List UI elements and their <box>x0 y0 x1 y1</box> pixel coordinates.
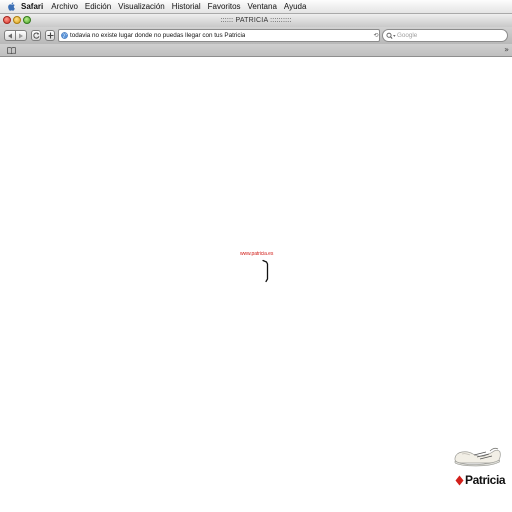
snapback-icon[interactable]: ⟲ <box>373 30 379 41</box>
page-content: www.patricia.es Patricia <box>0 57 512 512</box>
menu-visualizacion[interactable]: Visualización <box>118 0 165 14</box>
address-bar[interactable]: todavia no existe lugar donde no puedas … <box>58 29 380 42</box>
brand-name: Patricia <box>465 473 506 487</box>
globe-icon <box>61 32 68 39</box>
diamond-icon <box>455 475 464 485</box>
menu-edicion[interactable]: Edición <box>85 0 111 14</box>
reload-button[interactable] <box>31 30 41 41</box>
cursor-hook-graphic <box>262 259 269 283</box>
search-input[interactable] <box>396 32 497 39</box>
window-title: :::::: PATRICIA :::::::::: <box>220 17 292 24</box>
search-icon <box>386 32 396 39</box>
menu-ventana[interactable]: Ventana <box>248 0 277 14</box>
reload-icon <box>32 32 39 39</box>
window-titlebar[interactable]: :::::: PATRICIA :::::::::: <box>0 14 512 27</box>
brand-logo[interactable]: Patricia <box>455 473 506 487</box>
menu-historial[interactable]: Historial <box>172 0 201 14</box>
site-link[interactable]: www.patricia.es <box>240 251 273 257</box>
forward-button[interactable] <box>15 30 27 41</box>
browser-toolbar: todavia no existe lugar donde no puedas … <box>0 27 512 44</box>
bookmarks-overflow-icon[interactable]: » <box>504 44 509 56</box>
menu-favoritos[interactable]: Favoritos <box>208 0 241 14</box>
forward-arrow-icon <box>19 33 23 38</box>
bookmarks-bar: » <box>0 44 512 57</box>
address-url-text[interactable]: todavia no existe lugar donde no puedas … <box>70 32 245 39</box>
menu-archivo[interactable]: Archivo <box>51 0 78 14</box>
shoe-image <box>454 447 501 467</box>
search-field[interactable] <box>382 29 508 42</box>
menu-ayuda[interactable]: Ayuda <box>284 0 307 14</box>
back-arrow-icon <box>8 33 12 38</box>
bookmarks-book-icon[interactable] <box>7 47 16 54</box>
menu-app-safari[interactable]: Safari <box>21 0 43 14</box>
apple-logo-icon[interactable] <box>8 2 15 11</box>
plus-icon <box>47 32 53 39</box>
menu-bar: Safari Archivo Edición Visualización His… <box>0 0 512 14</box>
add-bookmark-button[interactable] <box>45 30 55 41</box>
